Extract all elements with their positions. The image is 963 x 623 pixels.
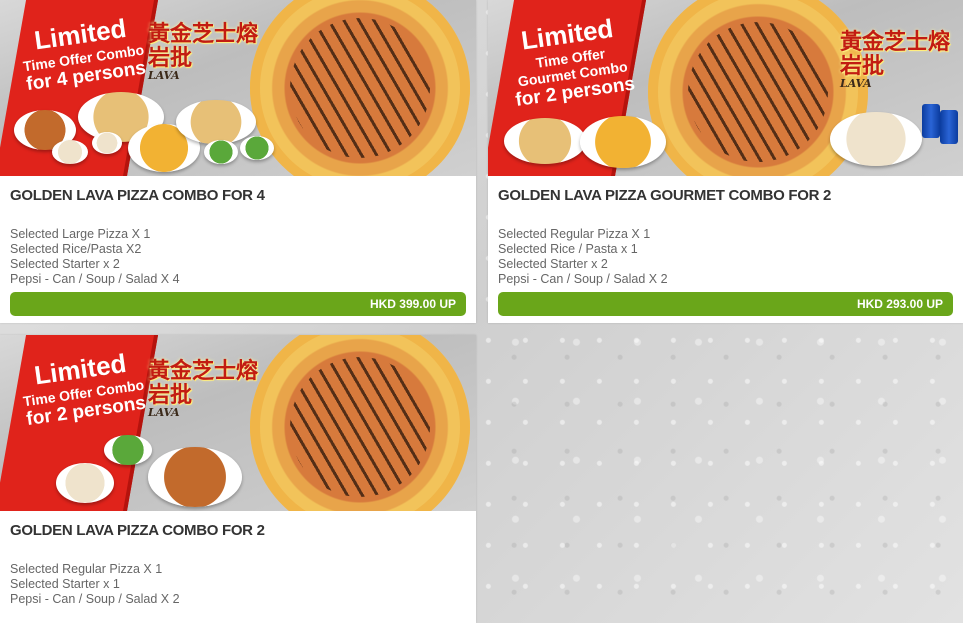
soup-bowl-image <box>56 463 114 503</box>
product-card[interactable]: Limited Time Offer Combo for 4 persons 黃… <box>0 0 476 323</box>
product-banner-image[interactable]: Limited Time Offer Combo for 4 persons 黃… <box>0 0 476 176</box>
price-button[interactable]: HKD 293.00 UP <box>498 292 953 316</box>
rice-dish-image <box>580 116 666 168</box>
soup-bowl-image <box>92 132 122 154</box>
salad-bowl-image <box>204 140 238 164</box>
product-title[interactable]: GOLDEN LAVA PIZZA COMBO FOR 4 <box>10 176 466 204</box>
product-item: Selected Large Pizza X 1 <box>10 227 151 241</box>
pizza-image <box>250 0 470 176</box>
product-item: Pepsi - Can / Soup / Salad X 4 <box>10 272 180 286</box>
pasta-dish-image <box>504 118 586 164</box>
promo-ribbon-text: Limited Time Offer Gourmet Combo for 2 p… <box>514 12 637 112</box>
price-button[interactable]: HKD 399.00 UP <box>10 292 466 316</box>
product-items: Selected Large Pizza X 1 Selected Rice/P… <box>10 227 466 287</box>
product-item: Pepsi - Can / Soup / Salad X 2 <box>10 592 180 606</box>
product-items: Selected Regular Pizza X 1 Selected Rice… <box>498 227 953 287</box>
product-card[interactable]: Limited Time Offer Gourmet Combo for 2 p… <box>488 0 963 323</box>
product-item: Pepsi - Can / Soup / Salad X 2 <box>498 272 668 286</box>
product-banner-image[interactable]: Limited Time Offer Combo for 2 persons 黃… <box>0 335 476 511</box>
chinese-promo-title: 黃金芝士熔岩批 LAVA <box>148 358 259 420</box>
product-item: Selected Rice / Pasta x 1 <box>498 242 638 256</box>
pizza-image <box>250 335 470 511</box>
product-item: Selected Regular Pizza X 1 <box>498 227 651 241</box>
product-item: Selected Starter x 2 <box>10 257 120 271</box>
baked-dish-image <box>830 112 922 166</box>
chinese-promo-title: 黃金芝士熔岩批 LAVA <box>148 21 259 83</box>
product-item: Selected Regular Pizza X 1 <box>10 562 163 576</box>
pepsi-can-image <box>922 104 940 138</box>
product-item: Selected Starter x 1 <box>10 577 120 591</box>
product-item: Selected Starter x 2 <box>498 257 608 271</box>
salad-bowl-image <box>104 435 152 465</box>
chinese-promo-title: 黃金芝士熔岩批 LAVA <box>840 29 951 91</box>
pepsi-can-image <box>940 110 958 144</box>
product-banner-image[interactable]: Limited Time Offer Gourmet Combo for 2 p… <box>488 0 963 176</box>
soup-bowl-image <box>52 140 88 164</box>
product-title[interactable]: GOLDEN LAVA PIZZA GOURMET COMBO FOR 2 <box>498 176 953 204</box>
wings-plate-image <box>148 447 242 507</box>
product-card[interactable]: Limited Time Offer Combo for 2 persons 黃… <box>0 335 476 623</box>
product-title[interactable]: GOLDEN LAVA PIZZA COMBO FOR 2 <box>10 511 466 539</box>
product-item: Selected Rice/Pasta X2 <box>10 242 142 256</box>
salad-bowl-image <box>240 136 274 160</box>
baked-rice-dish-image <box>176 100 256 144</box>
product-items: Selected Regular Pizza X 1 Selected Star… <box>10 562 466 607</box>
